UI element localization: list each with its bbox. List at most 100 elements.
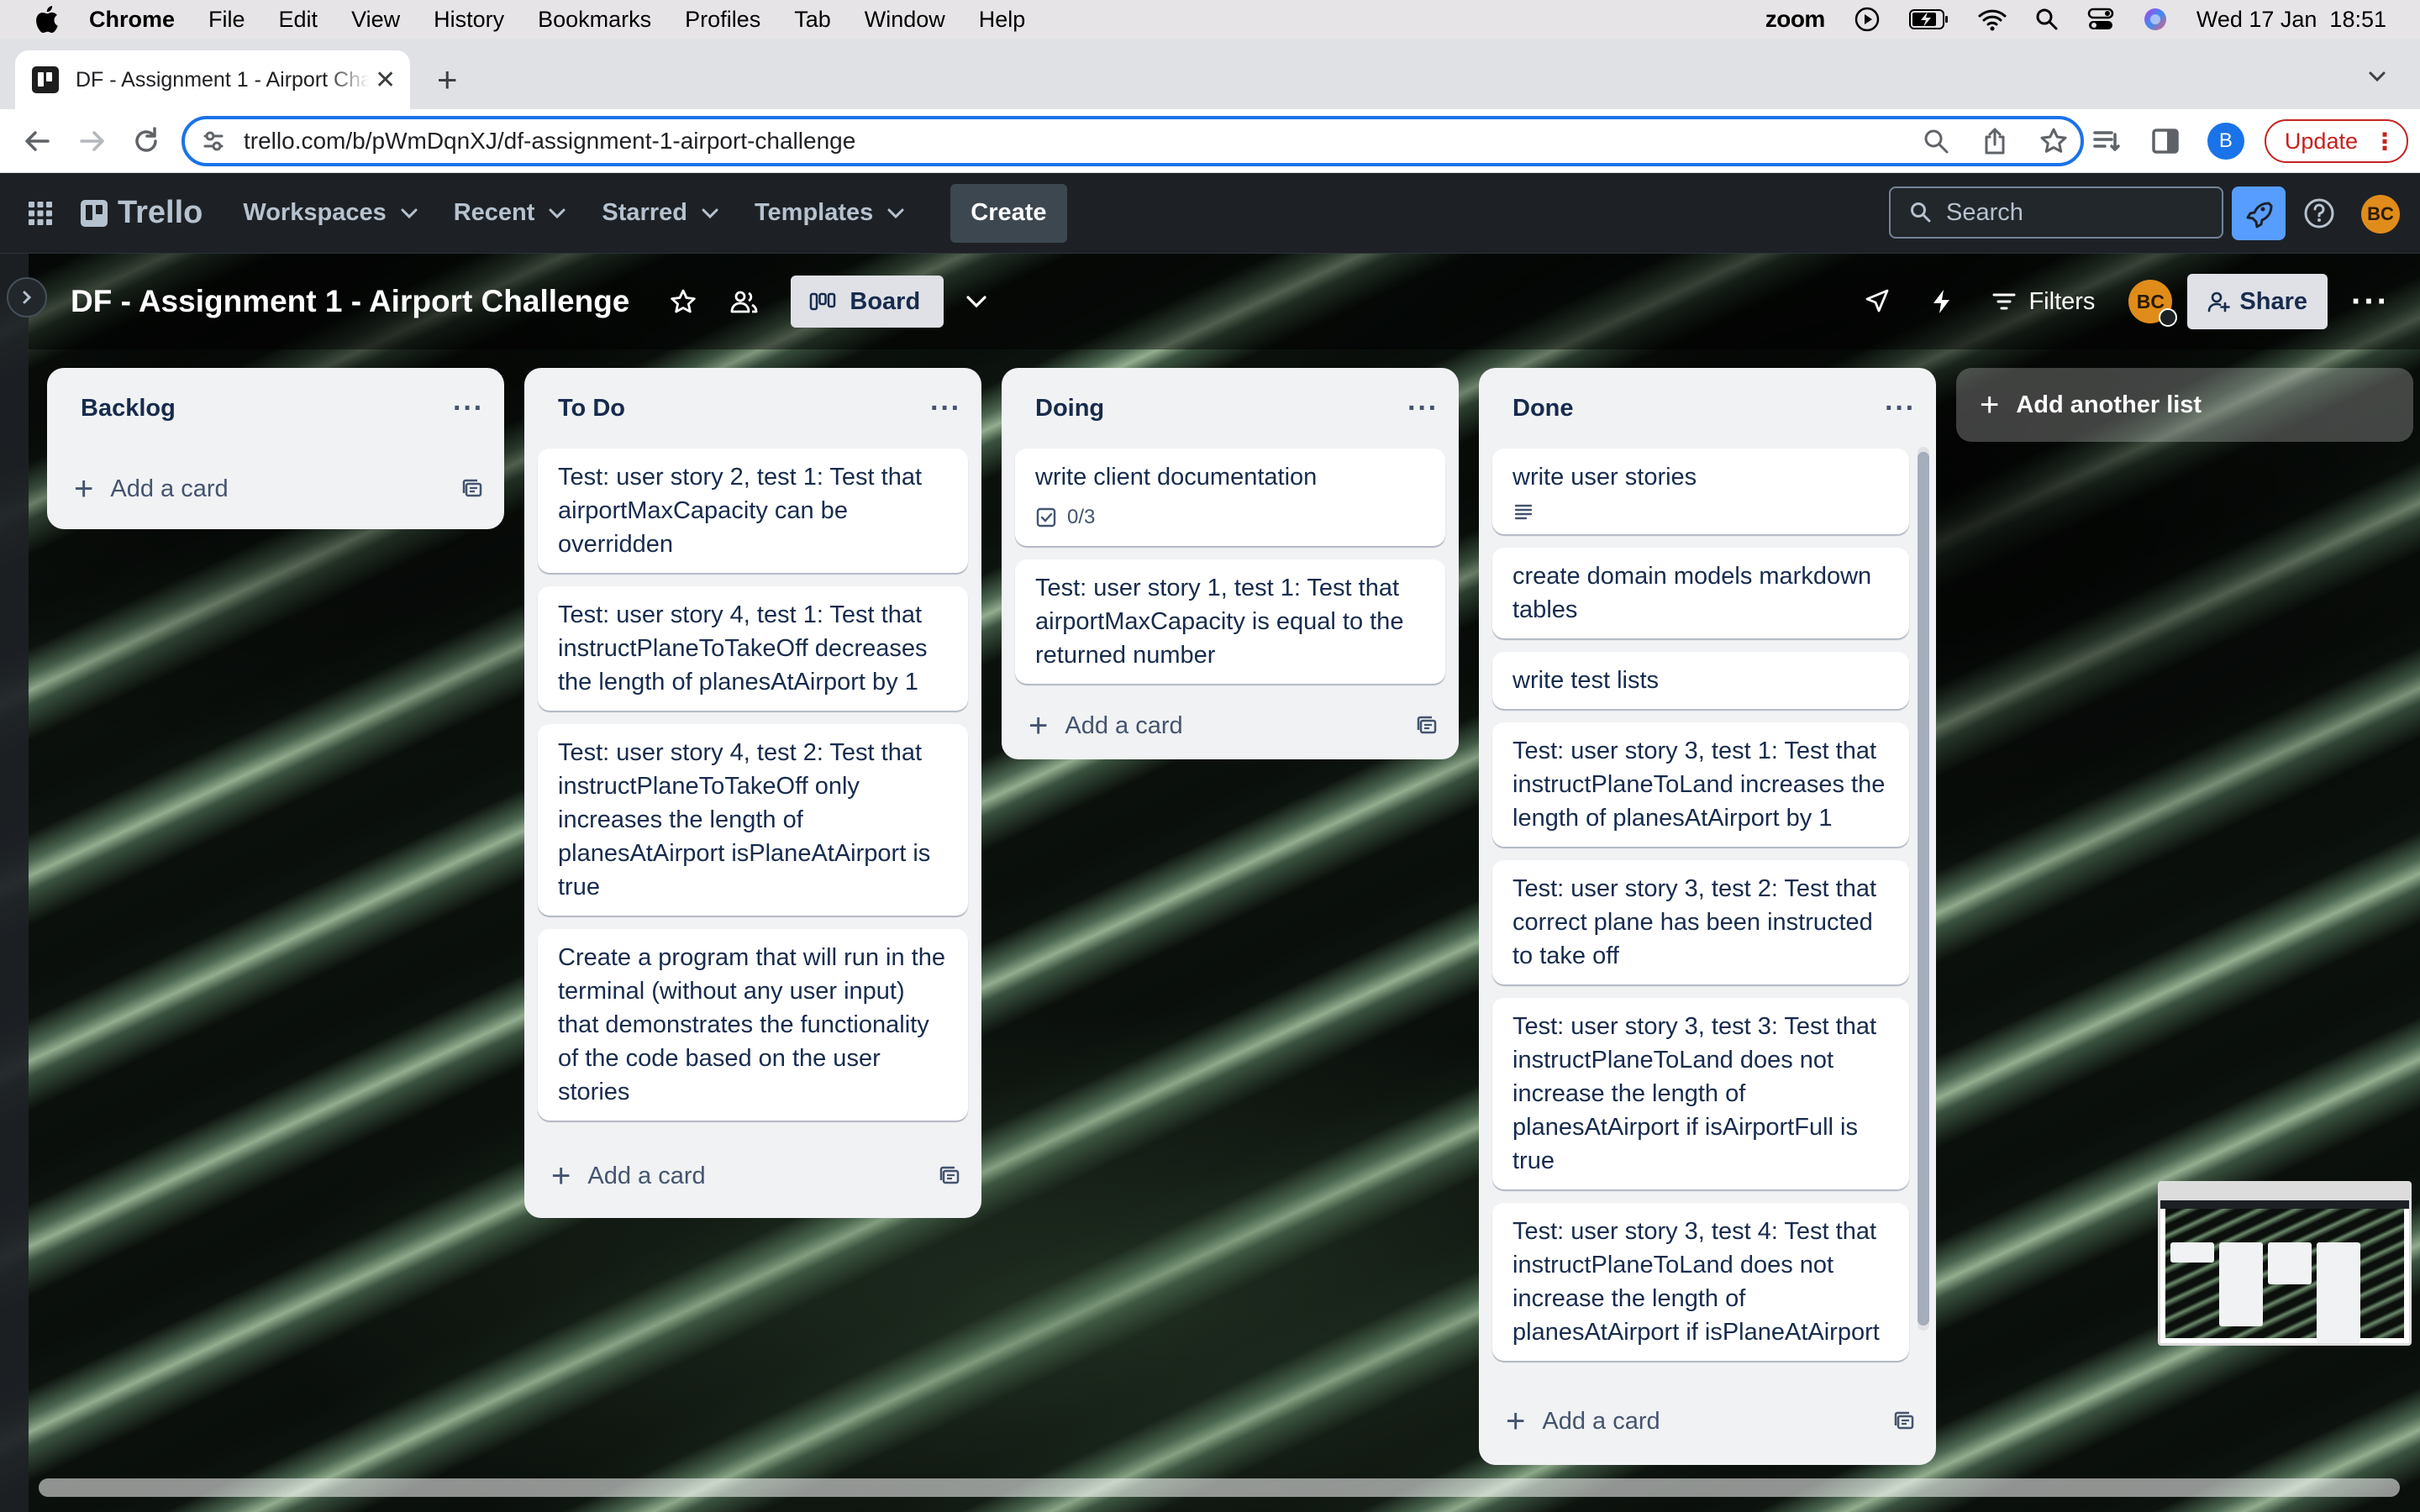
card[interactable]: create domain models markdown tables — [1492, 548, 1909, 638]
visibility-icon[interactable] — [729, 286, 759, 317]
card[interactable]: Test: user story 3, test 4: Test that in… — [1492, 1203, 1909, 1361]
spotlight-search-icon[interactable] — [2035, 8, 2059, 31]
list-scrollbar-thumb[interactable] — [1918, 452, 1929, 1326]
tab-close-icon[interactable]: ✕ — [375, 66, 396, 95]
board-view-button[interactable]: Board — [791, 276, 944, 328]
create-from-template-icon[interactable] — [938, 1164, 961, 1188]
card[interactable]: Test: user story 4, test 1: Test that in… — [538, 586, 968, 711]
control-center-icon[interactable] — [2087, 8, 2114, 31]
list-actions-icon[interactable]: ··· — [453, 392, 484, 425]
card-list[interactable]: write user stories create domain models … — [1479, 449, 1936, 1381]
search-input[interactable]: Search — [1889, 186, 2223, 239]
menu-clock[interactable]: Wed 17 Jan 18:51 — [2196, 7, 2386, 33]
list-header[interactable]: To Do ··· — [524, 368, 981, 449]
menu-tab[interactable]: Tab — [794, 7, 831, 33]
menu-bookmarks[interactable]: Bookmarks — [538, 7, 651, 33]
create-from-template-icon[interactable] — [1415, 714, 1439, 738]
list-header[interactable]: Backlog ··· — [47, 368, 504, 449]
card[interactable]: Test: user story 2, test 1: Test that ai… — [538, 449, 968, 573]
browser-tab-active[interactable]: DF - Assignment 1 - Airport Challenge | … — [15, 50, 410, 109]
add-card-button[interactable]: + Add a card — [524, 1134, 981, 1218]
nav-recent[interactable]: Recent — [454, 199, 567, 227]
nav-starred[interactable]: Starred — [602, 199, 719, 227]
list-title[interactable]: To Do — [558, 395, 930, 423]
menu-window[interactable]: Window — [865, 7, 945, 33]
menu-app-name[interactable]: Chrome — [89, 7, 175, 33]
tab-search-chevron-icon[interactable] — [2366, 66, 2388, 87]
search-placeholder: Search — [1946, 198, 2023, 226]
card[interactable]: Test: user story 4, test 2: Test that in… — [538, 724, 968, 916]
board-member-avatar[interactable]: BC — [2128, 280, 2178, 327]
chrome-update-button[interactable]: Update ⋮ — [2264, 119, 2408, 163]
board-title[interactable]: DF - Assignment 1 - Airport Challenge — [71, 284, 629, 319]
new-tab-icon[interactable]: + — [437, 62, 458, 97]
browser-profile-avatar[interactable]: B — [2207, 123, 2244, 160]
nav-workspaces[interactable]: Workspaces — [243, 199, 418, 227]
chevron-down-icon[interactable] — [964, 293, 989, 310]
card[interactable]: Test: user story 3, test 2: Test that co… — [1492, 860, 1909, 984]
account-avatar[interactable]: BC — [2361, 195, 2400, 234]
list-title[interactable]: Backlog — [81, 395, 453, 423]
list-title[interactable]: Doing — [1035, 395, 1407, 423]
list-header[interactable]: Doing ··· — [1002, 368, 1459, 449]
zoom-search-icon[interactable] — [1921, 126, 1951, 156]
help-icon[interactable] — [2302, 197, 2336, 230]
card[interactable]: Test: user story 3, test 3: Test that in… — [1492, 998, 1909, 1189]
board-horizontal-scrollbar[interactable] — [39, 1478, 2400, 1497]
trello-logo[interactable]: Trello — [81, 195, 203, 231]
forward-arrow-icon[interactable] — [76, 124, 109, 158]
address-url[interactable]: trello.com/b/pWmDqnXJ/df-assignment-1-ai… — [244, 128, 855, 155]
omnibox-actions — [1921, 126, 2069, 156]
add-card-label: Add a card — [587, 1162, 706, 1189]
create-button[interactable]: Create — [950, 183, 1067, 243]
share-page-icon[interactable] — [1980, 126, 2010, 156]
play-circle-icon[interactable] — [1854, 6, 1881, 33]
list-actions-icon[interactable]: ··· — [1885, 392, 1916, 425]
add-card-button[interactable]: + Add a card — [1002, 692, 1459, 759]
add-card-button[interactable]: + Add a card — [47, 449, 504, 529]
power-ups-icon[interactable] — [1864, 287, 1892, 316]
menu-view[interactable]: View — [351, 7, 400, 33]
card[interactable]: Create a program that will run in the te… — [538, 929, 968, 1121]
card[interactable]: write client documentation 0/3 — [1015, 449, 1445, 546]
share-button[interactable]: Share — [2187, 274, 2328, 329]
card[interactable]: Test: user story 3, test 1: Test that in… — [1492, 722, 1909, 847]
wifi-icon[interactable] — [1978, 8, 2007, 31]
add-list-button[interactable]: + Add another list — [1956, 368, 2413, 442]
menu-help[interactable]: Help — [979, 7, 1026, 33]
battery-icon[interactable] — [1908, 8, 1949, 30]
siri-icon[interactable] — [2143, 7, 2168, 32]
address-bar[interactable]: trello.com/b/pWmDqnXJ/df-assignment-1-ai… — [182, 116, 2084, 166]
list-actions-icon[interactable]: ··· — [1407, 392, 1439, 425]
create-from-template-icon[interactable] — [460, 477, 484, 501]
apple-logo-icon[interactable] — [34, 5, 59, 34]
board-menu-icon[interactable]: ··· — [2351, 283, 2390, 321]
list-actions-icon[interactable]: ··· — [930, 392, 961, 425]
card[interactable]: write user stories — [1492, 449, 1909, 534]
bookmark-star-icon[interactable] — [2039, 126, 2069, 156]
automation-bolt-icon[interactable] — [1928, 287, 1956, 316]
menu-history[interactable]: History — [434, 7, 504, 33]
list-header[interactable]: Done ··· — [1479, 368, 1936, 449]
menu-edit[interactable]: Edit — [279, 7, 318, 33]
card[interactable]: Test: user story 1, test 1: Test that ai… — [1015, 559, 1445, 684]
star-icon[interactable] — [668, 286, 698, 317]
create-from-template-icon[interactable] — [1892, 1410, 1916, 1433]
reading-list-icon[interactable] — [2090, 124, 2123, 158]
expand-sidebar-button[interactable] — [7, 277, 47, 318]
notifications-button[interactable] — [2232, 186, 2286, 240]
app-switcher-icon[interactable] — [27, 200, 54, 227]
menu-profiles[interactable]: Profiles — [685, 7, 760, 33]
menu-file[interactable]: File — [208, 7, 245, 33]
card[interactable]: write test lists — [1492, 652, 1909, 709]
add-card-button[interactable]: + Add a card — [1479, 1381, 1936, 1462]
reload-icon[interactable] — [129, 124, 163, 158]
nav-templates[interactable]: Templates — [755, 199, 905, 227]
list-title[interactable]: Done — [1512, 395, 1885, 423]
back-arrow-icon[interactable] — [20, 124, 54, 158]
filters-button[interactable]: Filters — [1991, 288, 2095, 316]
side-panel-icon[interactable] — [2149, 124, 2182, 158]
site-info-icon[interactable] — [203, 129, 224, 153]
zoom-status-item[interactable]: zoom — [1765, 6, 1826, 33]
screenshot-preview-thumbnail[interactable] — [2158, 1181, 2412, 1346]
